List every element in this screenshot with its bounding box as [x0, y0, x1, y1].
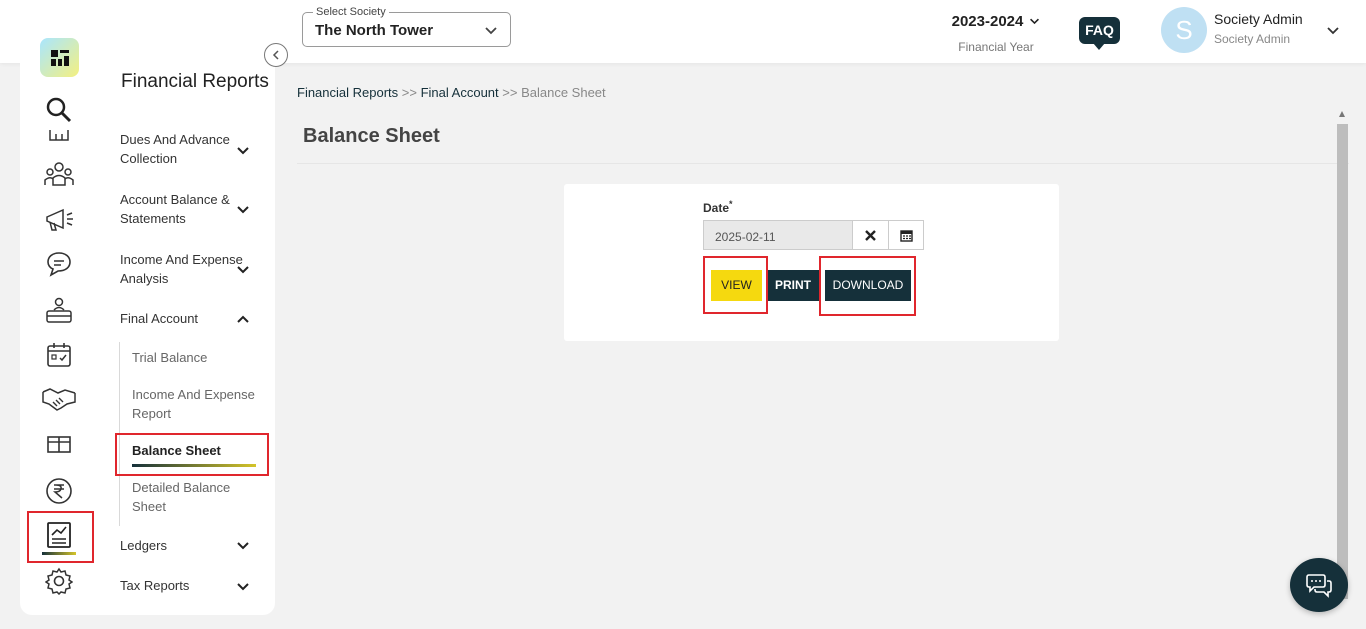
avatar[interactable]: S [1161, 7, 1207, 53]
society-select[interactable]: Select Society The North Tower [302, 6, 511, 47]
breadcrumb-financial-reports[interactable]: Financial Reports [297, 85, 398, 100]
financial-year-value: 2023-2024 [951, 13, 1024, 30]
handshake-icon[interactable] [39, 382, 79, 414]
highlight-box-reports [27, 511, 94, 563]
clear-date-button[interactable] [852, 220, 889, 250]
chat-bubbles-icon [1306, 574, 1332, 598]
chevron-down-icon[interactable] [1326, 23, 1340, 37]
app-logo[interactable] [40, 38, 79, 77]
chat-icon[interactable] [39, 248, 79, 280]
faq-button[interactable]: FAQ [1079, 17, 1120, 50]
chevron-down-icon[interactable] [236, 203, 250, 217]
breadcrumb-current: Balance Sheet [521, 85, 606, 100]
amenity-icon[interactable] [39, 428, 79, 460]
chevron-down-icon[interactable] [236, 144, 250, 158]
user-role: Society Admin [1214, 32, 1291, 46]
breadcrumb-separator: >> [401, 85, 417, 100]
chevron-down-icon [485, 27, 497, 35]
members-icon[interactable] [39, 158, 79, 190]
calendar-icon [899, 229, 913, 242]
settings-icon[interactable] [39, 565, 79, 597]
submenu-trial-balance[interactable]: Trial Balance [132, 348, 262, 367]
financial-year-label: Financial Year [958, 40, 1034, 54]
user-name: Society Admin [1214, 11, 1303, 27]
calendar-picker-button[interactable] [888, 220, 924, 250]
breadcrumb: Financial Reports >> Final Account >> Ba… [297, 85, 606, 100]
page-title: Balance Sheet [303, 125, 440, 147]
logo-mark-icon [50, 49, 69, 66]
calendar-icon[interactable] [39, 339, 79, 371]
scroll-up-arrow-icon[interactable] [1339, 111, 1345, 117]
chevron-up-icon[interactable] [236, 312, 250, 326]
megaphone-icon[interactable] [39, 203, 79, 235]
date-label-text: Date [703, 201, 730, 215]
search-icon[interactable] [39, 94, 79, 126]
breadcrumb-separator: >> [502, 85, 518, 100]
submenu-income-expense-report[interactable]: Income And Expense Report [132, 385, 262, 423]
required-mark: * [729, 199, 733, 209]
date-label: Date* [703, 199, 733, 215]
print-button[interactable]: PRINT [767, 270, 819, 301]
close-icon [865, 229, 876, 241]
chevron-down-icon[interactable] [236, 580, 250, 594]
building-icon[interactable] [39, 128, 79, 142]
date-field[interactable]: 2025-02-11 [703, 220, 853, 250]
helpdesk-icon[interactable] [39, 295, 79, 327]
chevron-down-icon [1030, 18, 1040, 25]
scrollbar-thumb[interactable] [1337, 124, 1348, 599]
society-select-value: The North Tower [315, 22, 434, 39]
sidebar-collapse-button[interactable] [264, 43, 288, 67]
submenu-detailed-balance-sheet[interactable]: Detailed Balance Sheet [132, 478, 262, 516]
report-form-card [564, 184, 1059, 341]
chevron-down-icon[interactable] [236, 263, 250, 277]
chevron-left-icon [272, 50, 279, 60]
highlight-box-view [703, 256, 768, 314]
divider [297, 163, 1349, 164]
financial-year-selector[interactable]: 2023-2024 Financial Year [944, 13, 1048, 54]
sidebar-title: Financial Reports [121, 71, 269, 92]
society-select-label: Select Society [313, 6, 389, 18]
breadcrumb-final-account[interactable]: Final Account [421, 85, 499, 100]
rupee-icon[interactable] [39, 475, 79, 507]
chat-support-button[interactable] [1290, 558, 1348, 612]
chevron-down-icon[interactable] [236, 539, 250, 553]
highlight-box-download [819, 256, 916, 316]
highlight-box-balance-sheet [115, 433, 269, 476]
